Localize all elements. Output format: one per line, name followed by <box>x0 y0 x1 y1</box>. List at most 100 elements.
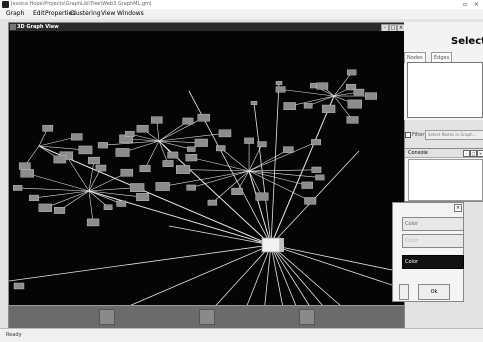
graph-node[interactable] <box>14 283 24 289</box>
dialog-close-button[interactable]: × <box>454 204 462 212</box>
graph-node[interactable] <box>354 89 364 95</box>
graph-node[interactable] <box>186 154 197 161</box>
graph-node[interactable] <box>151 117 162 124</box>
ok-button[interactable]: Ok <box>418 284 450 300</box>
graph-node[interactable] <box>54 207 65 213</box>
rotate-icon[interactable] <box>99 309 115 325</box>
console-maximize-button[interactable]: □ <box>470 150 477 157</box>
graph-node[interactable] <box>140 165 151 171</box>
menu-edit[interactable]: Edit <box>33 10 45 18</box>
graph-node[interactable] <box>136 193 149 201</box>
graph-node[interactable] <box>176 165 190 173</box>
graph-edge <box>89 191 271 245</box>
graph-node[interactable] <box>216 146 225 151</box>
graph-node[interactable] <box>98 142 108 148</box>
graph-view-title: 3D Graph View <box>17 23 59 31</box>
graph-node[interactable] <box>347 70 356 75</box>
graph-node[interactable] <box>121 169 133 176</box>
select-nodes-button[interactable]: Select Nodes in Graph... <box>425 130 483 140</box>
graph-node[interactable] <box>276 81 282 85</box>
graph-node[interactable] <box>96 165 106 171</box>
menu-windows[interactable]: Windows <box>117 10 144 18</box>
graph-node[interactable] <box>104 205 112 210</box>
graph-node[interactable] <box>311 139 320 145</box>
graph-node[interactable] <box>276 87 285 93</box>
graph-node[interactable] <box>137 125 149 132</box>
graph-node[interactable] <box>347 116 359 123</box>
navigation-bar <box>9 305 404 328</box>
graph-node[interactable] <box>29 195 39 201</box>
cancel-button[interactable] <box>399 284 409 300</box>
graph-node[interactable] <box>348 100 362 108</box>
window-title: Jessica Hope\Projects\GraphLib\Tree\Web3… <box>11 1 151 7</box>
graph-node[interactable] <box>187 147 195 152</box>
menu-graph[interactable]: Graph <box>6 10 24 18</box>
graph-node[interactable] <box>304 103 312 108</box>
graph-node[interactable] <box>168 152 178 158</box>
graph-node[interactable] <box>312 167 321 173</box>
graph-node[interactable] <box>43 125 53 131</box>
graph-node[interactable] <box>195 139 208 147</box>
graph-edge <box>264 245 271 313</box>
title-bar: Jessica Hope\Projects\GraphLib\Tree\Web3… <box>0 0 483 9</box>
graph-edge <box>254 103 271 245</box>
graph-node[interactable] <box>322 105 335 113</box>
select-panel: Select Nodes Edges <box>404 22 483 120</box>
graph-node[interactable] <box>232 188 243 195</box>
graph-node[interactable] <box>88 157 99 164</box>
console-output[interactable] <box>408 159 483 201</box>
graph-edge <box>249 170 316 171</box>
graph-node[interactable] <box>21 169 34 177</box>
graph-edge <box>9 245 271 281</box>
status-text: Ready <box>6 331 22 339</box>
color-button-3[interactable]: Color <box>402 255 464 269</box>
graph-edge <box>159 118 204 141</box>
graph-svg[interactable] <box>9 31 404 327</box>
graph-node[interactable] <box>219 130 231 137</box>
graph-node[interactable] <box>13 185 22 190</box>
graph-view-icon <box>10 24 16 30</box>
graph-node[interactable] <box>71 134 82 141</box>
graph-node[interactable] <box>125 131 134 136</box>
graph-node[interactable] <box>258 142 267 147</box>
close-button[interactable]: × <box>474 1 479 8</box>
graph-node[interactable] <box>183 118 194 124</box>
menu-view[interactable]: View <box>101 10 115 18</box>
graph-node[interactable] <box>19 163 30 170</box>
graph-node[interactable] <box>251 101 257 105</box>
graph-edge <box>271 245 404 289</box>
graph-node[interactable] <box>187 185 196 190</box>
graph-node[interactable] <box>208 200 217 205</box>
color-button-1[interactable]: Color <box>402 217 464 231</box>
maximize-button[interactable]: ▫ <box>463 1 467 8</box>
graph-node[interactable] <box>156 182 170 190</box>
graph-node[interactable] <box>79 146 92 154</box>
graph-node[interactable] <box>302 182 313 189</box>
graph-node[interactable] <box>130 183 144 191</box>
graph-node[interactable] <box>54 156 66 163</box>
graph-node[interactable] <box>117 201 126 207</box>
graph-node[interactable] <box>316 175 325 180</box>
graph-node[interactable] <box>256 193 269 201</box>
graph-node[interactable] <box>39 204 52 212</box>
graph-node[interactable] <box>198 114 210 121</box>
zoom-icon[interactable] <box>299 309 315 325</box>
graph-canvas[interactable] <box>9 31 404 327</box>
graph-node[interactable] <box>116 148 130 156</box>
menu-clustering[interactable]: Clustering <box>70 10 101 18</box>
graph-node[interactable] <box>244 138 253 144</box>
graph-node[interactable] <box>317 83 328 90</box>
graph-node[interactable] <box>87 219 99 226</box>
graph-node[interactable] <box>304 197 316 204</box>
graph-node[interactable] <box>365 93 377 100</box>
selection-list[interactable] <box>407 62 483 118</box>
graph-edge <box>249 144 262 171</box>
graph-node[interactable] <box>163 160 173 166</box>
color-button-2[interactable]: Color <box>402 234 464 248</box>
graph-node[interactable] <box>284 102 296 109</box>
console-close-button[interactable]: × <box>477 150 483 157</box>
graph-node[interactable] <box>283 147 293 153</box>
console-minimize-button[interactable]: - <box>463 150 470 157</box>
filter-checkbox[interactable] <box>405 132 411 138</box>
pan-icon[interactable] <box>199 309 215 325</box>
